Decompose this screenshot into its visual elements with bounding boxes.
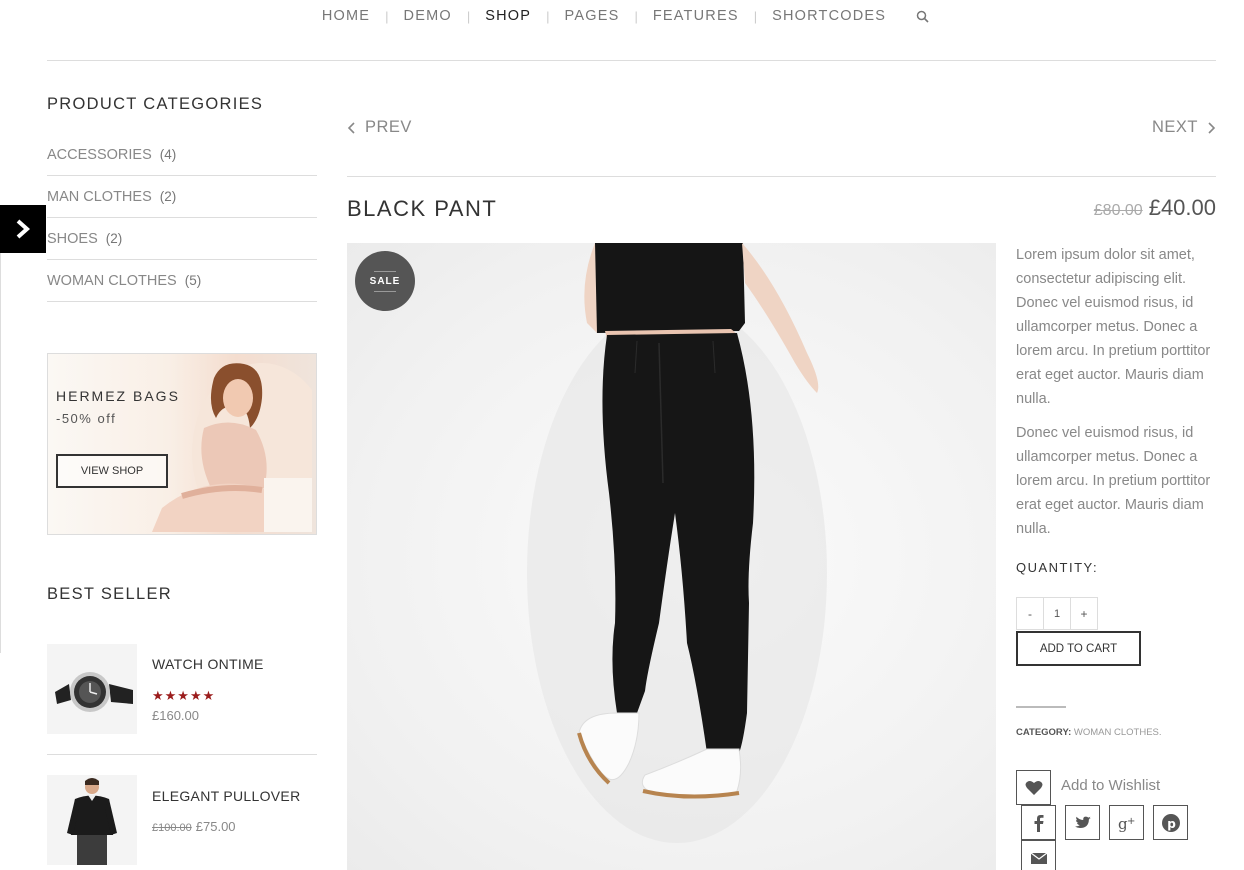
nav-shortcodes[interactable]: SHORTCODES <box>757 8 901 24</box>
category-label: SHOES <box>47 230 98 247</box>
nav-features[interactable]: FEATURES <box>638 8 754 24</box>
product-category-meta: CATEGORY: WOMAN CLOTHES. <box>1016 727 1162 738</box>
category-man-clothes[interactable]: MAN CLOTHES (2) <box>47 176 317 218</box>
sale-badge-label: SALE <box>369 275 401 287</box>
email-share-button[interactable] <box>1021 840 1056 870</box>
category-count: (2) <box>105 231 123 246</box>
banner-title: HERMEZ BAGS <box>56 388 180 404</box>
quantity-label: QUANTITY: <box>1016 560 1099 575</box>
chevron-right-icon <box>16 219 31 239</box>
best-seller-name[interactable]: WATCH ONTIME <box>152 656 264 672</box>
twitter-share-button[interactable] <box>1065 805 1100 840</box>
quantity-input[interactable] <box>1043 598 1071 629</box>
category-list: ACCESSORIES (4) MAN CLOTHES (2) SHOES (2… <box>47 134 317 302</box>
product-title: BLACK PANT <box>347 196 498 221</box>
twitter-icon <box>1074 816 1091 828</box>
category-shoes[interactable]: SHOES (2) <box>47 218 317 260</box>
watch-thumbnail[interactable] <box>47 644 137 734</box>
pullover-thumbnail[interactable] <box>47 775 137 865</box>
nav-home[interactable]: HOME <box>307 8 385 24</box>
quantity-increase-button[interactable]: + <box>1071 598 1097 629</box>
category-accessories[interactable]: ACCESSORIES (4) <box>47 134 317 176</box>
banner-subtitle: -50% off <box>56 411 117 426</box>
best-seller-price: £75.00 <box>195 819 236 834</box>
product-divider <box>347 176 1216 177</box>
category-meta-label: CATEGORY: <box>1016 727 1072 738</box>
best-seller-price: £160.00 <box>152 708 199 723</box>
product-image[interactable]: SALE <box>347 243 996 870</box>
facebook-icon <box>1034 814 1043 832</box>
best-seller-old-price: £100.00 <box>152 822 192 834</box>
sidebar-toggle-button[interactable] <box>0 205 46 253</box>
category-count: (4) <box>159 147 177 162</box>
envelope-icon <box>1030 852 1047 864</box>
best-seller-price-group: £100.00 £75.00 <box>152 819 236 834</box>
heart-icon <box>1025 780 1042 795</box>
next-product-link[interactable]: NEXT <box>1152 118 1216 137</box>
google-plus-share-button[interactable]: g + <box>1109 805 1144 840</box>
category-count: (2) <box>159 189 177 204</box>
nav-shop[interactable]: SHOP <box>470 8 546 24</box>
category-woman-clothes[interactable]: WOMAN CLOTHES (5) <box>47 260 317 302</box>
promo-banner[interactable]: HERMEZ BAGS -50% off VIEW SHOP <box>47 353 317 535</box>
pinterest-icon: p <box>1161 813 1180 832</box>
product-price: £80.00 £40.00 <box>1094 195 1216 221</box>
google-plus-icon: g + <box>1118 815 1135 833</box>
category-count: (5) <box>184 273 202 288</box>
product-categories-title: PRODUCT CATEGORIES <box>47 95 264 113</box>
nav-demo[interactable]: DEMO <box>389 8 467 24</box>
nav-pages[interactable]: PAGES <box>550 8 635 24</box>
product-description: Donec vel euismod risus, id ullamcorper … <box>1016 425 1211 537</box>
sale-price: £40.00 <box>1148 195 1216 220</box>
banner-model-image <box>152 363 312 532</box>
best-seller-divider <box>47 754 317 755</box>
category-label: WOMAN CLOTHES <box>47 272 177 289</box>
product-photo <box>527 243 827 843</box>
svg-text:p: p <box>1167 817 1176 831</box>
add-to-wishlist-link[interactable]: Add to Wishlist <box>1061 777 1160 794</box>
best-seller-name[interactable]: ELEGANT PULLOVER <box>152 788 300 804</box>
facebook-share-button[interactable] <box>1021 805 1056 840</box>
panel-edge <box>0 253 1 653</box>
category-label: MAN CLOTHES <box>47 188 152 205</box>
pinterest-share-button[interactable]: p <box>1153 805 1188 840</box>
quantity-decrease-button[interactable]: - <box>1017 598 1043 629</box>
search-icon[interactable] <box>907 6 937 26</box>
quantity-stepper: - + <box>1016 597 1098 630</box>
chevron-right-icon <box>1208 121 1216 134</box>
header-divider <box>47 60 1216 61</box>
sale-badge: SALE <box>355 251 415 311</box>
next-label: NEXT <box>1151 118 1198 136</box>
prev-label: PREV <box>365 118 412 136</box>
best-seller-title: BEST SELLER <box>47 585 172 603</box>
category-label: ACCESSORIES <box>47 146 152 163</box>
old-price: £80.00 <box>1093 202 1143 219</box>
svg-text:+: + <box>1127 816 1135 827</box>
add-to-cart-button[interactable]: ADD TO CART <box>1016 631 1141 666</box>
view-shop-button[interactable]: VIEW SHOP <box>56 454 168 488</box>
category-meta-link[interactable]: WOMAN CLOTHES <box>1074 727 1159 738</box>
wishlist-button[interactable] <box>1016 770 1051 805</box>
prev-product-link[interactable]: PREV <box>347 118 412 137</box>
rating-stars: ★★★★★ <box>152 688 216 703</box>
main-nav: HOME | DEMO | SHOP | PAGES | FEATURES | … <box>0 6 1244 26</box>
chevron-left-icon <box>347 121 355 134</box>
meta-divider <box>1016 706 1066 708</box>
product-description: Lorem ipsum dolor sit amet, consectetur … <box>1016 247 1211 407</box>
